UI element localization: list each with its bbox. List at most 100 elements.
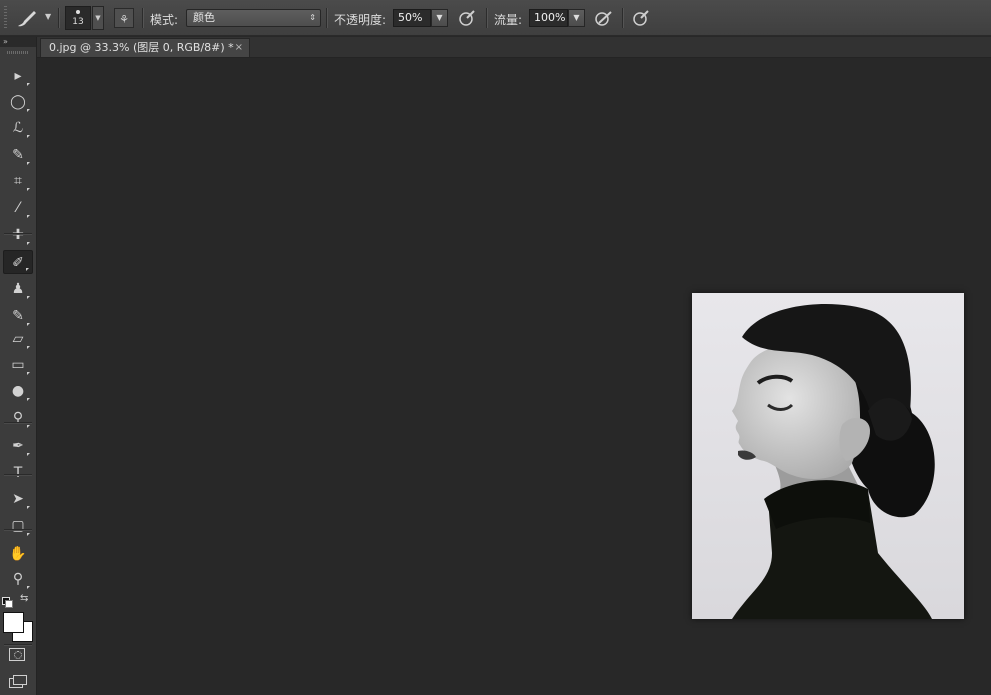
- submenu-indicator-icon: [27, 242, 30, 245]
- brush-size-preview: 13: [65, 6, 91, 30]
- opacity-label: 不透明度:: [334, 13, 387, 27]
- mode-select[interactable]: 颜色 ⇕: [186, 9, 321, 27]
- separator: [622, 8, 623, 28]
- type-tool[interactable]: T: [3, 461, 33, 485]
- opacity-input[interactable]: 50%: [393, 9, 431, 27]
- brush-size-value: 13: [72, 17, 84, 27]
- submenu-indicator-icon: [27, 109, 30, 112]
- toolbox-collapse-button[interactable]: »: [0, 37, 36, 47]
- pressure-size-icon: [633, 10, 649, 26]
- flow-input[interactable]: 100%: [529, 9, 568, 27]
- gradient-tool[interactable]: ▭: [3, 353, 33, 377]
- submenu-indicator-icon: [27, 135, 30, 138]
- move-tool[interactable]: ▸: [3, 64, 33, 88]
- dodge-tool[interactable]: ⚲: [3, 406, 33, 430]
- opacity-dropdown-button[interactable]: ▼: [431, 9, 448, 27]
- submenu-indicator-icon: [27, 296, 30, 299]
- submenu-indicator-icon: [27, 425, 30, 428]
- default-colors-icon[interactable]: [2, 597, 13, 608]
- toolbox-separator: [4, 233, 32, 234]
- gradient-icon: ▭: [11, 357, 25, 373]
- blur-tool[interactable]: ●: [3, 379, 33, 403]
- history-brush-icon: ✎: [12, 308, 24, 324]
- airbrush-icon: [595, 11, 612, 26]
- separator: [326, 8, 327, 28]
- brush-icon: ✐: [12, 255, 24, 271]
- eyedropper-icon: ⁄: [16, 200, 20, 216]
- toolbox-separator: [4, 422, 32, 423]
- toolbox-grip[interactable]: [7, 51, 29, 54]
- tablet-pressure-size-button[interactable]: [630, 8, 652, 28]
- pen-icon: ✒: [12, 438, 24, 454]
- submenu-indicator-icon: [27, 372, 30, 375]
- hand-icon: ✋: [9, 546, 27, 562]
- quick-selection-icon: ✎: [12, 147, 24, 163]
- move-icon: ▸: [14, 68, 22, 84]
- eyedropper-tool[interactable]: ⁄: [3, 196, 33, 220]
- crop-tool[interactable]: ⌗: [3, 169, 33, 193]
- lasso-tool[interactable]: ℒ: [3, 116, 33, 140]
- zoom-tool[interactable]: ⚲: [3, 567, 33, 591]
- quick-selection-tool[interactable]: ✎: [3, 143, 33, 167]
- updown-arrows-icon: ⇕: [309, 13, 316, 22]
- path-selection-tool[interactable]: ➤: [3, 487, 33, 511]
- healing-brush-icon: ✚: [12, 227, 24, 243]
- options-bar: ▼ 13 ▼ ⚘ 模式: 颜色 ⇕ 不透明度: 50% ▼ 流量: 100% ▼: [0, 0, 991, 36]
- healing-brush-tool[interactable]: ✚: [3, 223, 33, 247]
- submenu-indicator-icon: [26, 268, 29, 271]
- submenu-indicator-icon: [27, 83, 30, 86]
- brush-tool[interactable]: ✐: [3, 250, 33, 274]
- options-bar-grip[interactable]: [4, 6, 7, 30]
- lasso-icon: ℒ: [12, 120, 24, 136]
- canvas-area[interactable]: [37, 58, 991, 695]
- swap-colors-icon[interactable]: ⇆: [20, 593, 28, 604]
- submenu-indicator-icon: [27, 162, 30, 165]
- separator: [142, 8, 143, 28]
- submenu-indicator-icon: [27, 533, 30, 536]
- zoom-icon: ⚲: [12, 571, 24, 587]
- document-tab-title: 0.jpg @ 33.3% (图层 0, RGB/8#) *: [49, 41, 234, 54]
- mode-label: 模式:: [150, 13, 179, 27]
- chevron-down-icon: ▼: [45, 12, 52, 21]
- toolbox-separator: [4, 644, 32, 645]
- hand-tool[interactable]: ✋: [3, 542, 33, 566]
- brush-preset-dropdown[interactable]: ▼: [92, 6, 104, 30]
- history-brush-tool[interactable]: ✎: [3, 304, 33, 328]
- blur-icon: ●: [11, 383, 25, 399]
- foreground-color-swatch[interactable]: [3, 612, 24, 633]
- rectangle-tool[interactable]: ▢: [3, 514, 33, 538]
- document-tab[interactable]: 0.jpg @ 33.3% (图层 0, RGB/8#) * ×: [40, 38, 250, 57]
- close-icon[interactable]: ×: [235, 39, 243, 57]
- submenu-indicator-icon: [27, 506, 30, 509]
- crop-icon: ⌗: [14, 173, 22, 189]
- submenu-indicator-icon: [27, 346, 30, 349]
- screen-mode-button[interactable]: [9, 675, 27, 688]
- eraser-tool[interactable]: ▱: [3, 327, 33, 351]
- separator: [58, 8, 59, 28]
- submenu-indicator-icon: [27, 188, 30, 191]
- clone-stamp-tool[interactable]: ♟: [3, 277, 33, 301]
- submenu-indicator-icon: [27, 215, 30, 218]
- pressure-opacity-icon: [459, 10, 475, 26]
- submenu-indicator-icon: [27, 453, 30, 456]
- clone-stamp-icon: ♟: [11, 281, 25, 297]
- brush-panel-toggle[interactable]: ⚘: [114, 8, 134, 28]
- rectangle-icon: ▢: [11, 518, 25, 534]
- flow-dropdown-button[interactable]: ▼: [568, 9, 585, 27]
- elliptical-marquee-tool[interactable]: ◯: [3, 90, 33, 114]
- document-image[interactable]: [692, 293, 964, 619]
- flow-label: 流量:: [494, 13, 523, 27]
- tool-preset-picker[interactable]: ▼: [14, 6, 54, 30]
- mode-select-value: 颜色: [193, 11, 215, 24]
- pen-tool[interactable]: ✒: [3, 434, 33, 458]
- brush-panel-icon: ⚘: [119, 13, 129, 26]
- toolbox: » ▸ ◯ ℒ ✎ ⌗ ⁄ ✚ ✐ ♟ ✎ ▱ ▭ ● ⚲ ✒ T ➤ ▢ ✋ ⚲ ⇆: [0, 37, 37, 695]
- toolbox-separator: [4, 529, 32, 530]
- type-icon: T: [13, 465, 23, 481]
- submenu-indicator-icon: [27, 586, 30, 589]
- brush-preset-picker[interactable]: 13 ▼: [65, 6, 105, 31]
- elliptical-marquee-icon: ◯: [10, 94, 26, 110]
- tablet-pressure-opacity-button[interactable]: [456, 8, 478, 28]
- airbrush-button[interactable]: [593, 8, 615, 28]
- quick-mask-button[interactable]: [9, 648, 25, 661]
